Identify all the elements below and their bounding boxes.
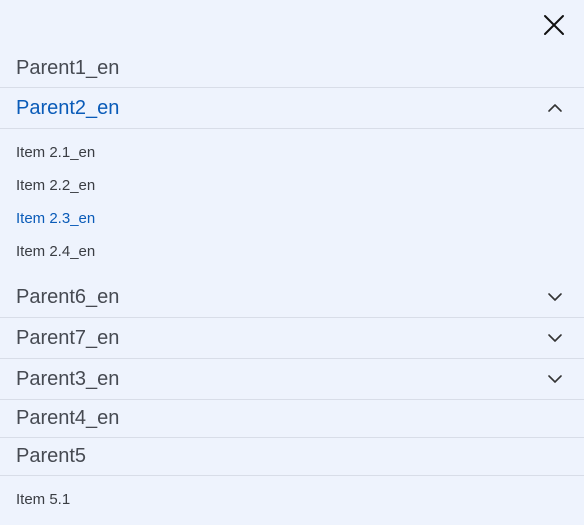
- menu-item-label: Parent2_en: [16, 96, 120, 119]
- divider: [0, 128, 584, 129]
- menu-item-parent5[interactable]: Parent5: [0, 438, 584, 475]
- menu-item-parent4[interactable]: Parent4_en: [0, 400, 584, 437]
- submenu-item-2-4[interactable]: Item 2.4_en: [16, 243, 95, 260]
- chevron-up-icon: [548, 104, 562, 112]
- close-button[interactable]: [541, 12, 567, 38]
- close-icon: [544, 15, 564, 35]
- menu-item-parent6[interactable]: Parent6_en: [0, 277, 584, 317]
- submenu-item-2-2[interactable]: Item 2.2_en: [16, 177, 95, 194]
- chevron-down-icon: [548, 375, 562, 383]
- menu-item-label: Parent6_en: [16, 285, 120, 308]
- menu-item-label: Parent4_en: [16, 407, 120, 429]
- submenu-item-2-1[interactable]: Item 2.1_en: [16, 144, 95, 161]
- chevron-down-icon: [548, 293, 562, 301]
- menu-item-label: Parent7_en: [16, 326, 120, 349]
- submenu-item-5-1[interactable]: Item 5.1: [16, 491, 70, 508]
- chevron-down-icon: [548, 334, 562, 342]
- divider: [0, 475, 584, 476]
- menu-item-parent1[interactable]: Parent1_en: [0, 50, 584, 87]
- menu-item-label: Parent5: [16, 445, 87, 467]
- menu-item-parent2[interactable]: Parent2_en: [0, 88, 584, 128]
- menu-item-label: Parent3_en: [16, 367, 120, 390]
- menu-item-parent7[interactable]: Parent7_en: [0, 318, 584, 358]
- menu-item-label: Parent1_en: [16, 57, 120, 79]
- submenu-item-2-3[interactable]: Item 2.3_en: [16, 210, 95, 227]
- menu-item-parent3[interactable]: Parent3_en: [0, 359, 584, 399]
